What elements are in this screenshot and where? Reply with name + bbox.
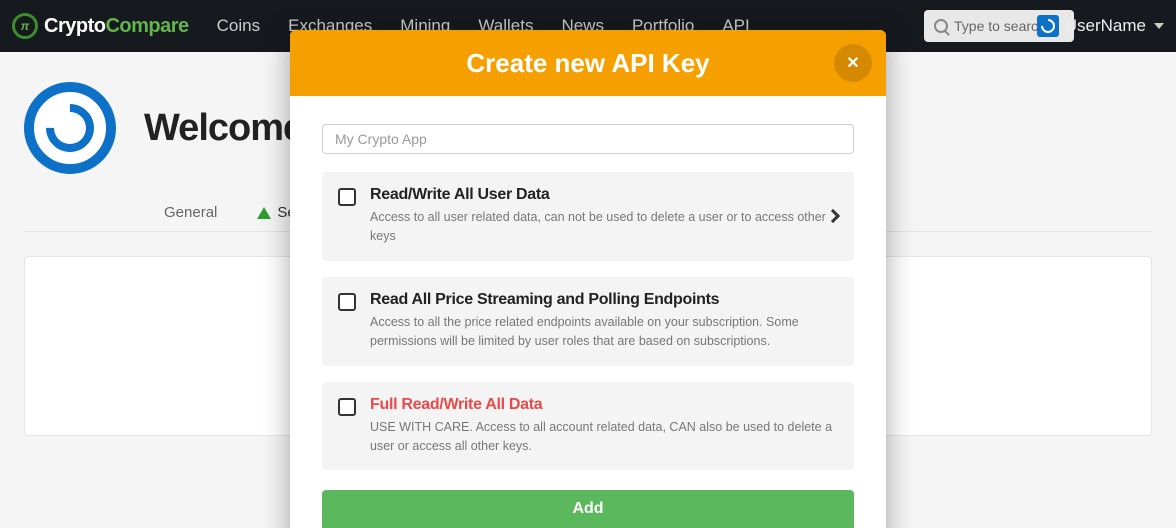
modal-title: Create new API Key bbox=[466, 48, 709, 79]
permission-desc: Access to all user related data, can not… bbox=[370, 208, 838, 247]
close-icon: ✕ bbox=[846, 53, 859, 73]
permission-full-read-write[interactable]: Full Read/Write All Data USE WITH CARE. … bbox=[322, 382, 854, 471]
checkbox[interactable] bbox=[338, 293, 356, 311]
checkbox[interactable] bbox=[338, 188, 356, 206]
permission-desc: Access to all the price related endpoint… bbox=[370, 313, 838, 352]
modal-body: Read/Write All User Data Access to all u… bbox=[290, 96, 886, 528]
permission-read-price[interactable]: Read All Price Streaming and Polling End… bbox=[322, 277, 854, 366]
checkbox[interactable] bbox=[338, 398, 356, 416]
create-api-key-modal: Create new API Key ✕ Read/Write All User… bbox=[290, 30, 886, 528]
add-button[interactable]: Add bbox=[322, 490, 854, 528]
permission-title: Read/Write All User Data bbox=[370, 186, 838, 204]
modal-header: Create new API Key ✕ bbox=[290, 30, 886, 96]
close-button[interactable]: ✕ bbox=[834, 44, 872, 82]
permission-read-write-user[interactable]: Read/Write All User Data Access to all u… bbox=[322, 172, 854, 261]
permission-title: Full Read/Write All Data bbox=[370, 396, 838, 414]
permission-desc: USE WITH CARE. Access to all account rel… bbox=[370, 418, 838, 457]
permission-title: Read All Price Streaming and Polling End… bbox=[370, 291, 838, 309]
api-key-name-input[interactable] bbox=[322, 124, 854, 154]
